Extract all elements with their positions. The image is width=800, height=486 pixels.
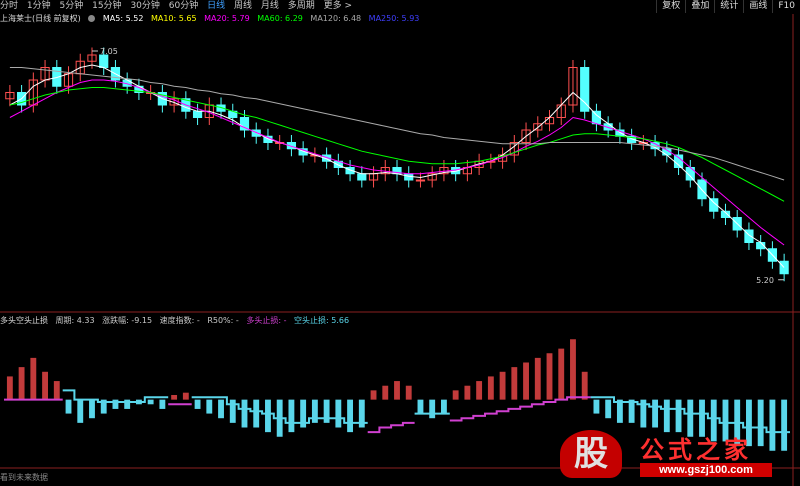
low-label: 5.20: [756, 276, 774, 285]
toolbar-right: 复权 叠加 统计 画线 F10: [656, 0, 800, 13]
indicator-name: 多头空头止损: [0, 316, 48, 325]
stock-title: 上海莱士(日线 前复权): [0, 14, 81, 23]
candle-body: [415, 179, 426, 182]
tab-intraday[interactable]: 分时: [0, 0, 18, 13]
watermark-logo: 股 公式之家 www.gszj100.com: [560, 430, 780, 480]
long-stop-label: 多头止损: -: [246, 316, 287, 325]
tab-1min[interactable]: 1分钟: [27, 0, 51, 13]
tab-weekly[interactable]: 周线: [234, 0, 252, 13]
indicator-info-bar: 多头空头止损 周期: 4.33 涨跌幅: -9.15 速度指数: - R50%:…: [0, 315, 800, 327]
price-chart[interactable]: 7.05 5.20: [0, 0, 800, 486]
candle-body: [580, 67, 590, 112]
tab-5min[interactable]: 5分钟: [60, 0, 84, 13]
period-toolbar: 分时 1分钟 5分钟 15分钟 30分钟 60分钟 日线 周线 月线 多周期 更…: [0, 0, 800, 13]
period-label: 周期: 4.33: [55, 316, 95, 325]
ma250-label: MA250: 5.93: [368, 14, 420, 23]
ma5-label: MA5: 5.52: [102, 14, 144, 23]
logo-glyph: 股: [560, 430, 622, 478]
ma-line-ma60: [9, 87, 785, 202]
logo-brand: 公式之家: [640, 435, 752, 464]
tab-more[interactable]: 更多 >: [324, 0, 352, 13]
overlay-button[interactable]: 叠加: [685, 0, 714, 13]
candle-body: [779, 260, 789, 275]
ma120-label: MA120: 6.48: [310, 14, 362, 23]
draw-button[interactable]: 画线: [743, 0, 772, 13]
stats-button[interactable]: 统计: [714, 0, 743, 13]
candle-body: [357, 173, 367, 181]
short-stop-label: 空头止损: 5.66: [294, 316, 350, 325]
f10-button[interactable]: F10: [772, 0, 800, 13]
tab-15min[interactable]: 15分钟: [92, 0, 121, 13]
adjust-button[interactable]: 复权: [656, 0, 685, 13]
footer-note: 看到未来数据: [0, 473, 48, 482]
ma-info-bar: 上海莱士(日线 前复权) MA5: 5.52 MA10: 5.65 MA20: …: [0, 13, 800, 25]
ma60-label: MA60: 6.29: [257, 14, 303, 23]
candle-body: [99, 54, 109, 68]
change-label: 涨跌幅: -9.15: [102, 316, 153, 325]
tab-monthly[interactable]: 月线: [261, 0, 279, 13]
tab-60min[interactable]: 60分钟: [169, 0, 198, 13]
settings-icon[interactable]: [88, 15, 96, 22]
tab-multi-period[interactable]: 多周期: [288, 0, 315, 13]
high-label: 7.05: [100, 47, 118, 56]
ma10-label: MA10: 5.65: [150, 14, 197, 23]
r50-label: R50%: -: [207, 316, 239, 325]
logo-url: www.gszj100.com: [640, 463, 772, 477]
tab-30min[interactable]: 30分钟: [130, 0, 159, 13]
candle-body: [239, 117, 250, 131]
speed-label: 速度指数: -: [159, 316, 200, 325]
tab-daily[interactable]: 日线: [207, 0, 225, 13]
ma20-label: MA20: 5.79: [204, 14, 250, 23]
candle-body: [192, 110, 203, 118]
